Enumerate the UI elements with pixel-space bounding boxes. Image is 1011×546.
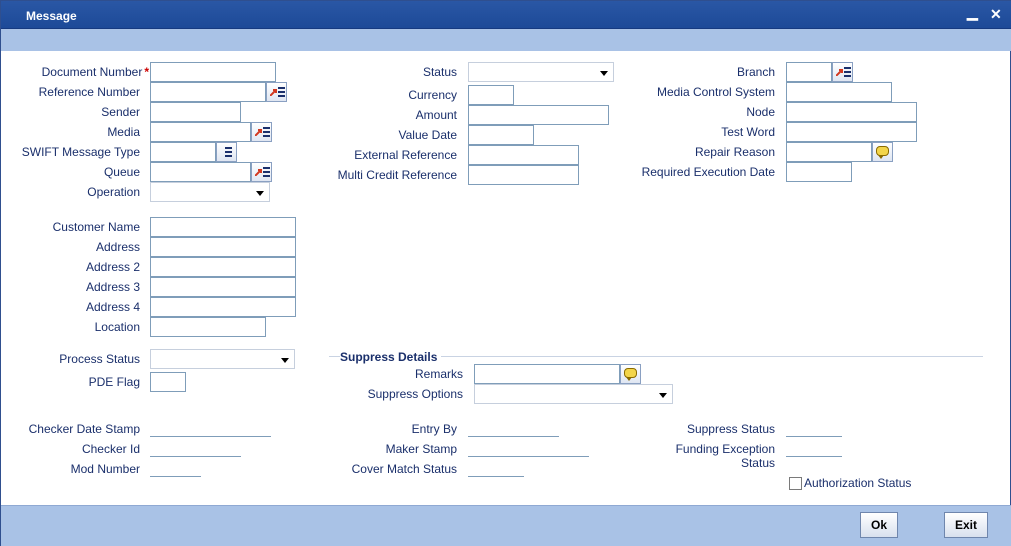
swift-message-type-label: SWIFT Message Type [21, 145, 140, 159]
title-bar: Message ▁ ✕ [1, 1, 1011, 29]
cover-match-status-label: Cover Match Status [351, 462, 457, 476]
required-execution-date-label: Required Execution Date [641, 165, 775, 179]
status-label: Status [422, 65, 457, 79]
remarks-input[interactable] [474, 364, 620, 384]
required-execution-date-input[interactable] [786, 162, 852, 182]
currency-input[interactable] [468, 85, 514, 105]
funding-exception-status-value [786, 439, 842, 457]
pde-flag-input[interactable] [150, 372, 186, 392]
address-label: Address [95, 240, 140, 254]
required-marker: * [144, 65, 149, 79]
address-2-label: Address 2 [85, 260, 140, 274]
entry-by-value [468, 419, 559, 437]
authorization-status-checkbox[interactable] [789, 477, 802, 490]
process-status-select[interactable] [150, 349, 295, 369]
suppress-status-value [786, 419, 842, 437]
customer-name-label: Customer Name [52, 220, 140, 234]
test-word-label: Test Word [721, 125, 775, 139]
toolbar-strip [1, 29, 1011, 51]
external-reference-input[interactable] [468, 145, 579, 165]
checker-id-value [150, 439, 241, 457]
mod-number-label: Mod Number [70, 462, 140, 476]
multi-credit-reference-label: Multi Credit Reference [337, 168, 457, 182]
address-3-input[interactable] [150, 277, 296, 297]
address-2-input[interactable] [150, 257, 296, 277]
address-3-label: Address 3 [85, 280, 140, 294]
value-date-input[interactable] [468, 125, 534, 145]
entry-by-label: Entry By [411, 422, 457, 436]
reference-number-label: Reference Number [38, 85, 140, 99]
amount-label: Amount [415, 108, 457, 122]
branch-lov-icon[interactable] [832, 62, 853, 82]
branch-input[interactable] [786, 62, 832, 82]
suppress-options-select[interactable] [474, 384, 673, 404]
branch-label: Branch [736, 65, 775, 79]
exit-button[interactable]: Exit [944, 512, 988, 538]
chevron-down-icon [600, 71, 608, 76]
suppress-status-label: Suppress Status [686, 422, 775, 436]
checker-date-stamp-value [150, 419, 271, 437]
cover-match-status-value [468, 459, 524, 477]
operation-label: Operation [87, 185, 140, 199]
location-label: Location [94, 320, 140, 334]
document-number-input[interactable] [150, 62, 276, 82]
media-control-system-input[interactable] [786, 82, 892, 102]
repair-reason-input[interactable] [786, 142, 872, 162]
swift-message-type-input[interactable] [150, 142, 216, 162]
address-4-input[interactable] [150, 297, 296, 317]
suppress-details-title: Suppress Details [340, 350, 442, 364]
node-label: Node [746, 105, 775, 119]
chevron-down-icon [659, 393, 667, 398]
node-input[interactable] [786, 102, 917, 122]
amount-input[interactable] [468, 105, 609, 125]
message-window: Message ▁ ✕ Document Number * Reference N… [0, 0, 1011, 546]
media-lov-icon[interactable] [251, 122, 272, 142]
multi-credit-reference-input[interactable] [468, 165, 579, 185]
address-input[interactable] [150, 237, 296, 257]
chevron-down-icon [256, 191, 264, 196]
queue-input[interactable] [150, 162, 251, 182]
queue-lov-icon[interactable] [251, 162, 272, 182]
chevron-down-icon [281, 358, 289, 363]
test-word-input[interactable] [786, 122, 917, 142]
sender-label: Sender [101, 105, 140, 119]
status-select[interactable] [468, 62, 614, 82]
media-input[interactable] [150, 122, 251, 142]
process-status-label: Process Status [59, 352, 140, 366]
location-input[interactable] [150, 317, 266, 337]
ok-button[interactable]: Ok [860, 512, 898, 538]
authorization-status-label: Authorization Status [804, 476, 912, 490]
pde-flag-label: PDE Flag [88, 375, 140, 389]
repair-reason-speech-bubble-icon[interactable] [872, 142, 893, 162]
repair-reason-label: Repair Reason [694, 145, 775, 159]
mod-number-value [150, 459, 201, 477]
document-number-label: Document Number * [41, 65, 149, 79]
external-reference-label: External Reference [354, 148, 457, 162]
close-icon[interactable]: ✕ [990, 7, 1002, 21]
reference-number-lov-icon[interactable] [266, 82, 287, 102]
currency-label: Currency [408, 88, 457, 102]
reference-number-input[interactable] [150, 82, 266, 102]
maker-stamp-value [468, 439, 589, 457]
suppress-options-label: Suppress Options [367, 387, 463, 401]
remarks-label: Remarks [414, 367, 463, 381]
customer-name-input[interactable] [150, 217, 296, 237]
remarks-speech-bubble-icon[interactable] [620, 364, 641, 384]
maker-stamp-label: Maker Stamp [385, 442, 457, 456]
address-4-label: Address 4 [85, 300, 140, 314]
media-control-system-label: Media Control System [656, 85, 775, 99]
checker-id-label: Checker Id [81, 442, 140, 456]
media-label: Media [107, 125, 140, 139]
funding-exception-status-label: Funding Exception Status [675, 442, 775, 470]
swift-message-type-lov-icon[interactable] [216, 142, 237, 162]
value-date-label: Value Date [398, 128, 457, 142]
sender-input[interactable] [150, 102, 241, 122]
minimize-icon[interactable]: ▁ [967, 5, 978, 19]
window-title: Message [26, 9, 77, 23]
checker-date-stamp-label: Checker Date Stamp [28, 422, 140, 436]
queue-label: Queue [103, 165, 140, 179]
operation-select[interactable] [150, 182, 270, 202]
